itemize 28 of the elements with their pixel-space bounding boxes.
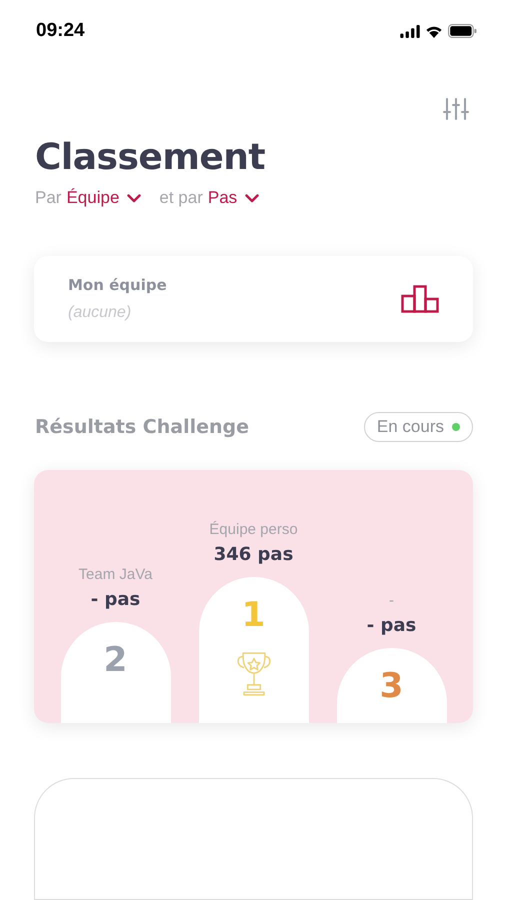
team-card[interactable]: Mon équipe (aucune) xyxy=(34,256,473,342)
step-count: - pas xyxy=(366,614,416,636)
filter-label: et par xyxy=(159,188,203,208)
chevron-down-icon xyxy=(245,194,260,202)
step-count: 346 pas xyxy=(214,544,294,565)
filter-label: Par xyxy=(35,188,62,208)
team-value: (aucune) xyxy=(68,304,132,322)
chevron-down-icon xyxy=(127,194,142,202)
battery-icon xyxy=(448,24,477,38)
filter-dropdown[interactable]: Pas xyxy=(208,188,260,208)
rank-number: 2 xyxy=(104,642,128,680)
team-name: - xyxy=(389,592,394,609)
team-label: Mon équipe xyxy=(68,276,167,294)
status-time: 09:24 xyxy=(36,20,85,42)
status-badge: En cours xyxy=(364,412,473,442)
status-dot xyxy=(452,422,460,431)
filter-dropdown[interactable]: Équipe xyxy=(66,188,142,208)
rank-number: 3 xyxy=(380,668,404,706)
section-title: Résultats Challenge xyxy=(35,416,249,438)
team-name: Team JaVa xyxy=(78,566,152,583)
team-name: Équipe perso xyxy=(209,520,298,538)
rank-number: 1 xyxy=(242,596,266,634)
step-count: - pas xyxy=(90,588,140,610)
settings-sliders-icon[interactable] xyxy=(443,97,469,121)
signal-icon xyxy=(400,24,420,38)
page-title: Classement xyxy=(35,137,266,178)
wifi-icon xyxy=(425,24,443,38)
podium-icon xyxy=(401,284,439,313)
